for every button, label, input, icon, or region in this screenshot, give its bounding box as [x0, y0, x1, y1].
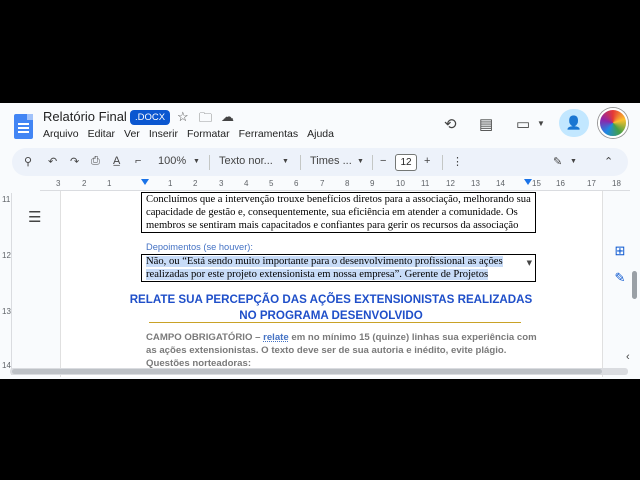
history-icon[interactable]: ⟲	[444, 115, 457, 133]
ruler-number: 1	[168, 179, 173, 188]
ruler-number: 17	[587, 179, 596, 188]
search-icon[interactable]: ⚲	[24, 155, 32, 168]
ruler-number: 13	[471, 179, 480, 188]
separator	[442, 155, 443, 170]
file-format-badge: .DOCX	[130, 110, 171, 125]
share-icon: 👤	[565, 115, 583, 130]
ruler-number: 11	[2, 195, 11, 204]
outline-icon[interactable]: ☰	[28, 208, 41, 226]
video-icon[interactable]: ▭	[516, 115, 530, 133]
ruler-number: 12	[2, 251, 11, 260]
ruler-number: 14	[496, 179, 505, 188]
ruler-number: 1	[107, 179, 112, 188]
ruler-number: 8	[345, 179, 350, 188]
pencil-icon[interactable]: ✎	[553, 155, 562, 168]
suggest-edit-icon[interactable]: ✎	[607, 267, 633, 289]
chevron-left-icon[interactable]: ‹	[626, 351, 630, 363]
ruler-number: 11	[421, 179, 430, 188]
chevron-down-icon[interactable]: ▼	[193, 158, 200, 165]
separator	[300, 155, 301, 170]
share-button[interactable]: 👤	[559, 109, 589, 137]
ruler-number: 3	[219, 179, 224, 188]
google-docs-window: Relatório Final .DOCX ☆ 🗀 ☁ Arquivo Edit…	[0, 103, 640, 379]
horizontal-ruler[interactable]: 3 2 1 1 2 3 4 5 6 7 8 9 10 11 12 13 14 1…	[40, 179, 630, 191]
ruler-number: 5	[269, 179, 274, 188]
chevron-down-icon[interactable]: ▼	[282, 158, 289, 165]
horizontal-scrollbar[interactable]	[12, 369, 602, 374]
menu-ajuda[interactable]: Ajuda	[307, 128, 334, 140]
conclusion-text: Concluímos que a intervenção trouxe bene…	[146, 194, 531, 231]
document-title[interactable]: Relatório Final	[43, 109, 127, 124]
spellcheck-icon[interactable]: A̲	[113, 155, 120, 167]
toolbar: ⚲ ↶ ↷ ⎙ A̲ ⌐ 100% ▼ Texto nor... ▼ Times…	[12, 148, 628, 176]
docs-logo-icon[interactable]	[14, 114, 33, 139]
font-size-input[interactable]: 12	[395, 154, 417, 171]
decrease-font-size-button[interactable]: −	[380, 155, 386, 167]
campo-obrigatorio-paragraph: CAMPO OBRIGATÓRIO – relate em no mínimo …	[146, 332, 546, 357]
separator	[372, 155, 373, 170]
ruler-number: 18	[612, 179, 621, 188]
menu-bar: Arquivo Editar Ver Inserir Formatar Ferr…	[43, 128, 334, 140]
ruler-number: 4	[244, 179, 249, 188]
ruler-number: 2	[193, 179, 198, 188]
chevron-down-icon[interactable]: ▼	[570, 158, 577, 165]
menu-inserir[interactable]: Inserir	[149, 128, 178, 140]
increase-font-size-button[interactable]: +	[424, 155, 430, 167]
menu-ferramentas[interactable]: Ferramentas	[239, 128, 299, 140]
vertical-scrollbar[interactable]	[632, 271, 637, 299]
star-icon[interactable]: ☆	[177, 109, 189, 125]
right-indent-marker[interactable]	[524, 179, 532, 185]
menu-arquivo[interactable]: Arquivo	[43, 128, 79, 140]
chevron-down-icon[interactable]: ▼	[537, 119, 545, 128]
zoom-select[interactable]: 100%	[158, 155, 186, 167]
menu-formatar[interactable]: Formatar	[187, 128, 230, 140]
chevron-down-icon[interactable]: ▼	[357, 158, 364, 165]
ruler-number: 2	[82, 179, 87, 188]
section-heading-line2: NO PROGRAMA DESENVOLVIDO	[239, 309, 423, 322]
ruler-number: 15	[532, 179, 541, 188]
ruler-number: 3	[56, 179, 61, 188]
redo-icon[interactable]: ↷	[70, 155, 79, 168]
ruler-number: 16	[556, 179, 565, 188]
paint-format-icon[interactable]: ⌐	[135, 155, 141, 167]
cloud-status-icon[interactable]: ☁	[221, 109, 234, 125]
document-page[interactable]: Concluímos que a intervenção trouxe bene…	[60, 191, 603, 377]
ruler-number: 7	[320, 179, 325, 188]
style-select[interactable]: Texto nor...	[219, 155, 273, 167]
dropdown-arrow-icon[interactable]: ▼	[527, 257, 532, 270]
ruler-number: 9	[370, 179, 375, 188]
indent-marker[interactable]	[141, 179, 149, 185]
menu-editar[interactable]: Editar	[88, 128, 115, 140]
ruler-number: 6	[294, 179, 299, 188]
font-select[interactable]: Times ...	[310, 155, 352, 167]
depoimentos-text-box[interactable]: Não, ou “Está sendo muito importante par…	[141, 254, 536, 282]
add-comment-icon[interactable]: ⊞	[607, 240, 633, 262]
section-heading-line1: RELATE SUA PERCEPÇÃO DAS AÇÕES EXTENSION…	[129, 293, 533, 306]
campo-relate-word: relate	[263, 332, 289, 343]
conclusion-text-box[interactable]: Concluímos que a intervenção trouxe bene…	[141, 192, 536, 233]
menu-ver[interactable]: Ver	[124, 128, 140, 140]
depoimentos-text: Não, ou “Está sendo muito importante par…	[146, 256, 503, 280]
comment-icon[interactable]: ▤	[479, 115, 493, 133]
chevron-up-icon[interactable]: ⌃	[604, 155, 613, 168]
ruler-number: 10	[396, 179, 405, 188]
ruler-number: 13	[2, 307, 11, 316]
separator	[209, 155, 210, 170]
heading-divider	[149, 322, 521, 323]
vertical-ruler: 11 12 13 14	[0, 193, 12, 375]
undo-icon[interactable]: ↶	[48, 155, 57, 168]
ruler-number: 12	[446, 179, 455, 188]
more-icon[interactable]: ⋮	[452, 155, 463, 168]
avatar[interactable]	[598, 108, 628, 138]
depoimentos-label: Depoimentos (se houver):	[146, 242, 253, 252]
print-icon[interactable]: ⎙	[91, 155, 100, 168]
campo-text: CAMPO OBRIGATÓRIO –	[146, 332, 264, 343]
